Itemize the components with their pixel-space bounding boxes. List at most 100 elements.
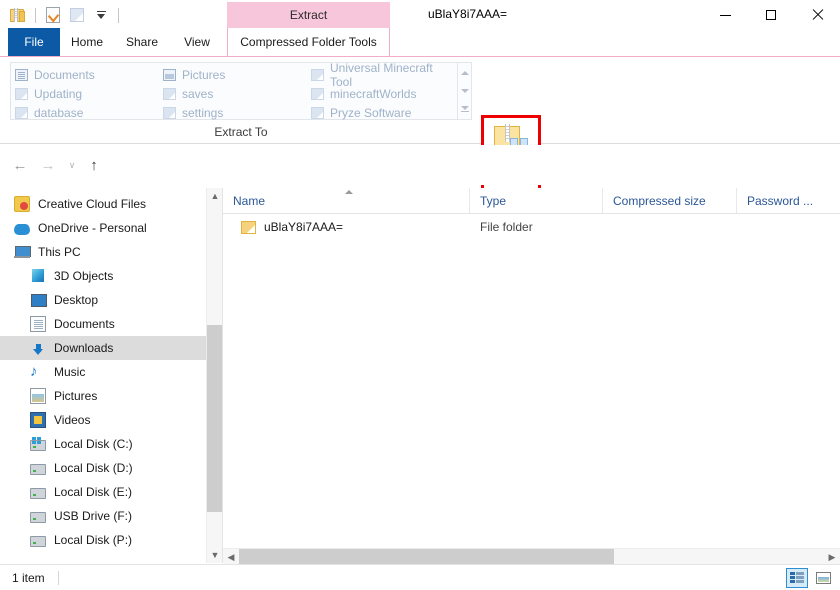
- scrollbar-thumb[interactable]: [239, 549, 614, 565]
- gallery-more-icon[interactable]: [459, 101, 471, 117]
- gallery-scroll-up-icon[interactable]: [459, 65, 471, 81]
- column-header-label: Name: [233, 193, 266, 208]
- gallery-item-label: Updating: [34, 86, 83, 101]
- sidebar-item-3d-objects[interactable]: 3D Objects: [0, 264, 206, 288]
- new-folder-icon[interactable]: [67, 5, 87, 25]
- column-header-label: Password ...: [747, 193, 814, 208]
- sidebar-item-label: Local Disk (E:): [54, 485, 133, 499]
- 3d-objects-icon: [30, 268, 46, 284]
- column-header-type[interactable]: Type: [470, 187, 603, 214]
- scroll-right-icon[interactable]: ▶: [824, 549, 840, 565]
- music-icon: ♪: [30, 363, 38, 380]
- quick-access-toolbar: [8, 4, 122, 26]
- sidebar-item-local-disk-c[interactable]: Local Disk (C:): [0, 432, 206, 456]
- sidebar-item-downloads[interactable]: Downloads: [0, 336, 206, 360]
- this-pc-icon: [14, 244, 31, 260]
- back-button[interactable]: ←: [10, 155, 30, 175]
- sidebar-item-local-disk-e[interactable]: Local Disk (E:): [0, 480, 206, 504]
- gallery-item-pryze-software[interactable]: Pryze Software: [307, 103, 455, 122]
- scroll-left-icon[interactable]: ◀: [223, 549, 239, 565]
- properties-icon[interactable]: [43, 5, 63, 25]
- details-view-button[interactable]: [786, 567, 808, 588]
- contextual-tab-header: Extract: [227, 2, 390, 28]
- gallery-item-database[interactable]: database: [11, 103, 159, 122]
- gallery-item-pictures[interactable]: Pictures: [159, 65, 307, 84]
- column-headers: Name Type Compressed size Password ...: [223, 187, 840, 214]
- large-icons-view-button[interactable]: [812, 568, 834, 588]
- title-bar: uBlaY8i7AAA=: [0, 0, 840, 30]
- table-row[interactable]: uBlaY8i7AAA= File folder: [223, 214, 840, 240]
- sidebar-item-creative-cloud-files[interactable]: Creative Cloud Files: [0, 192, 206, 216]
- sidebar-item-label: Desktop: [54, 293, 99, 307]
- forward-button[interactable]: →: [38, 155, 58, 175]
- gallery-item-label: settings: [182, 105, 224, 120]
- close-button[interactable]: [794, 0, 840, 30]
- sidebar-item-pictures[interactable]: Pictures: [0, 384, 206, 408]
- maximize-button[interactable]: [748, 0, 794, 30]
- file-name-cell[interactable]: uBlaY8i7AAA=: [223, 220, 470, 234]
- videos-icon: [30, 412, 46, 428]
- tab-home[interactable]: Home: [60, 28, 114, 56]
- sidebar-item-label: Local Disk (P:): [54, 533, 133, 547]
- ribbon-tab-strip: File Home Share View Compressed Folder T…: [0, 28, 840, 75]
- gallery-item-universal-minecraft-tool[interactable]: Universal Minecraft Tool: [307, 61, 455, 89]
- sort-ascending-icon: [345, 189, 353, 194]
- sidebar-item-label: Documents: [54, 317, 115, 331]
- window-controls: [702, 0, 840, 30]
- sidebar-item-local-disk-d[interactable]: Local Disk (D:): [0, 456, 206, 480]
- column-header-password[interactable]: Password ...: [737, 188, 840, 214]
- tab-compressed-folder-tools[interactable]: Compressed Folder Tools: [227, 28, 390, 56]
- up-button[interactable]: ↑: [84, 155, 104, 175]
- recent-locations-button[interactable]: ∨: [62, 155, 82, 175]
- gallery-item-updating[interactable]: Updating: [11, 84, 159, 103]
- gallery-scroll-controls: [457, 63, 471, 119]
- gallery-column-1: Documents Updating database: [11, 63, 159, 122]
- sidebar-item-onedrive-personal[interactable]: OneDrive - Personal: [0, 216, 206, 240]
- sidebar-item-documents[interactable]: Documents: [0, 312, 206, 336]
- gallery-item-label: saves: [182, 86, 214, 101]
- gallery-item-saves[interactable]: saves: [159, 84, 307, 103]
- scroll-down-icon[interactable]: ▼: [207, 547, 223, 563]
- sidebar-item-label: 3D Objects: [54, 269, 114, 283]
- sidebar-item-videos[interactable]: Videos: [0, 408, 206, 432]
- sidebar-item-this-pc[interactable]: This PC: [0, 240, 206, 264]
- gallery-item-label: Pictures: [182, 67, 226, 82]
- folder-icon: [15, 87, 28, 100]
- scrollbar-thumb[interactable]: [207, 325, 223, 512]
- drive-icon: [30, 536, 46, 547]
- scroll-up-icon[interactable]: ▲: [207, 188, 223, 204]
- documents-icon: [15, 68, 28, 81]
- sidebar-item-usb-drive-f[interactable]: USB Drive (F:): [0, 504, 206, 528]
- customize-caret-icon[interactable]: [91, 5, 111, 25]
- file-name-label: uBlaY8i7AAA=: [264, 220, 344, 234]
- folder-icon: [163, 106, 176, 119]
- system-drive-icon: [30, 437, 46, 451]
- zip-folder-icon[interactable]: [8, 5, 28, 25]
- extract-to-gallery[interactable]: Documents Updating database Pictures sav…: [10, 61, 472, 122]
- minimize-button[interactable]: [702, 0, 748, 30]
- column-header-compressed-size[interactable]: Compressed size: [603, 187, 737, 214]
- sidebar-item-label: Videos: [54, 413, 91, 427]
- tab-share[interactable]: Share: [114, 28, 170, 56]
- column-header-name[interactable]: Name: [223, 187, 470, 214]
- tab-view[interactable]: View: [170, 28, 224, 56]
- desktop-icon: [30, 292, 47, 308]
- navigation-pane-scrollbar[interactable]: ▲ ▼: [206, 188, 223, 563]
- tab-file[interactable]: File: [8, 28, 60, 56]
- sidebar-item-local-disk-p[interactable]: Local Disk (P:): [0, 528, 206, 552]
- gallery-item-documents[interactable]: Documents: [11, 65, 159, 84]
- gallery-item-label: Universal Minecraft Tool: [330, 60, 433, 89]
- status-divider: [58, 570, 59, 585]
- sidebar-item-music[interactable]: ♪ Music: [0, 360, 206, 384]
- folder-icon: [311, 87, 324, 100]
- sidebar-item-label: Music: [54, 365, 86, 379]
- gallery-item-settings[interactable]: settings: [159, 103, 307, 122]
- file-list-horizontal-scrollbar[interactable]: ◀ ▶: [223, 548, 840, 565]
- column-header-label: Type: [480, 193, 507, 208]
- file-type-cell: File folder: [480, 220, 533, 234]
- gallery-scroll-down-icon[interactable]: [459, 83, 471, 99]
- view-mode-buttons: [786, 567, 834, 588]
- sidebar-item-label: Pictures: [54, 389, 98, 403]
- onedrive-icon: [14, 224, 30, 235]
- sidebar-item-desktop[interactable]: Desktop: [0, 288, 206, 312]
